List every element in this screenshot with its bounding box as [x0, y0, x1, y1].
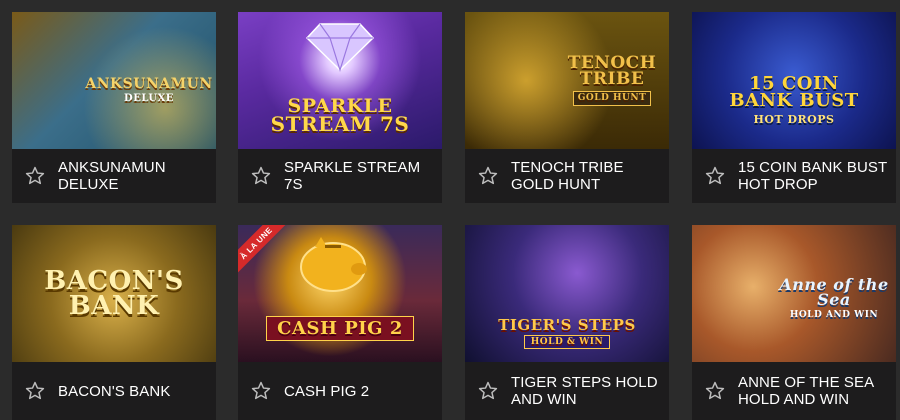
- game-logo: TENOCH TRIBE GOLD HUNT: [555, 55, 669, 106]
- game-card-cash-pig-2[interactable]: À LA UNE CASH PIG 2 CASH PIG 2: [238, 225, 442, 420]
- game-card-anksunamun-deluxe[interactable]: ANKSUNAMUN DELUXE ANKSUNAMUN DELUXE: [12, 12, 216, 203]
- game-card-sparkle-stream-7s[interactable]: SPARKLE STREAM 7s SPARKLE STREAM 7S: [238, 12, 442, 203]
- game-artwork: ANKSUNAMUN DELUXE: [12, 12, 216, 149]
- game-title[interactable]: ANNE OF THE SEA HOLD AND WIN: [738, 374, 888, 408]
- logo-subtext: STREAM 7s: [270, 112, 410, 137]
- logo-text: 15 COIN BANK BUST: [729, 73, 859, 112]
- game-thumbnail[interactable]: TIGER'S STEPS HOLD & WIN: [465, 225, 669, 362]
- logo-text: BACON'S BANK: [44, 265, 184, 321]
- star-outline-icon[interactable]: [704, 380, 726, 402]
- logo-text: Anne of the Sea: [779, 275, 889, 310]
- star-outline-icon[interactable]: [24, 165, 46, 187]
- diamond-icon: [305, 23, 375, 72]
- game-title[interactable]: TENOCH TRIBE GOLD HUNT: [511, 159, 661, 193]
- game-info-bar: ANKSUNAMUN DELUXE: [12, 149, 216, 203]
- game-info-bar: TENOCH TRIBE GOLD HUNT: [465, 149, 669, 203]
- game-artwork: TIGER'S STEPS HOLD & WIN: [465, 225, 669, 362]
- game-thumbnail[interactable]: TENOCH TRIBE GOLD HUNT: [465, 12, 669, 149]
- logo-text: TIGER'S STEPS: [498, 315, 636, 334]
- game-artwork: 15 COIN BANK BUST HOT DROPS: [692, 12, 896, 149]
- game-thumbnail[interactable]: SPARKLE STREAM 7s: [238, 12, 442, 149]
- logo-subtext: GOLD HUNT: [572, 91, 652, 106]
- logo-subtext: HOT DROPS: [753, 113, 835, 127]
- game-info-bar: 15 COIN BANK BUST HOT DROP: [692, 149, 896, 203]
- logo-text: ANKSUNAMUN: [85, 75, 213, 92]
- game-logo: CASH PIG 2: [266, 315, 414, 342]
- logo-subtext: HOLD & WIN: [523, 334, 611, 350]
- game-info-bar: CASH PIG 2: [238, 362, 442, 420]
- star-outline-icon[interactable]: [250, 380, 272, 402]
- game-title[interactable]: ANKSUNAMUN DELUXE: [58, 159, 208, 193]
- game-thumbnail[interactable]: ANKSUNAMUN DELUXE: [12, 12, 216, 149]
- game-title[interactable]: 15 COIN BANK BUST HOT DROP: [738, 159, 888, 193]
- game-info-bar: BACON'S BANK: [12, 362, 216, 420]
- game-artwork: TENOCH TRIBE GOLD HUNT: [465, 12, 669, 149]
- game-logo: TIGER'S STEPS HOLD & WIN: [498, 315, 636, 350]
- game-title[interactable]: BACON'S BANK: [58, 383, 170, 400]
- game-artwork: SPARKLE STREAM 7s: [238, 12, 442, 149]
- game-card-15-coin-bank-bust[interactable]: 15 COIN BANK BUST HOT DROPS 15 COIN BANK…: [692, 12, 896, 203]
- game-logo: SPARKLE STREAM 7s: [270, 96, 410, 137]
- game-info-bar: ANNE OF THE SEA HOLD AND WIN: [692, 362, 896, 420]
- game-artwork: CASH PIG 2: [238, 225, 442, 362]
- game-grid: ANKSUNAMUN DELUXE ANKSUNAMUN DELUXE SPAR…: [0, 0, 900, 420]
- star-outline-icon[interactable]: [24, 380, 46, 402]
- game-artwork: BACON'S BANK: [12, 225, 216, 362]
- piggy-bank-icon: [300, 237, 367, 292]
- game-card-anne-of-the-sea[interactable]: Anne of the Sea HOLD AND WIN ANNE OF THE…: [692, 225, 896, 420]
- game-artwork: Anne of the Sea HOLD AND WIN: [692, 225, 896, 362]
- logo-subtext: DELUXE: [124, 92, 174, 104]
- game-info-bar: SPARKLE STREAM 7S: [238, 149, 442, 203]
- star-outline-icon[interactable]: [477, 380, 499, 402]
- star-outline-icon[interactable]: [477, 165, 499, 187]
- game-logo: BACON'S BANK: [44, 265, 184, 321]
- game-logo: ANKSUNAMUN DELUXE: [85, 75, 213, 104]
- logo-text: CASH PIG 2: [277, 317, 403, 339]
- game-thumbnail[interactable]: 15 COIN BANK BUST HOT DROPS: [692, 12, 896, 149]
- game-logo: Anne of the Sea HOLD AND WIN: [772, 275, 896, 321]
- game-thumbnail[interactable]: Anne of the Sea HOLD AND WIN: [692, 225, 896, 362]
- game-logo: 15 COIN BANK BUST HOT DROPS: [719, 75, 869, 126]
- star-outline-icon[interactable]: [704, 165, 726, 187]
- game-card-bacons-bank[interactable]: BACON'S BANK BACON'S BANK: [12, 225, 216, 420]
- game-title[interactable]: CASH PIG 2: [284, 383, 369, 400]
- game-thumbnail[interactable]: BACON'S BANK: [12, 225, 216, 362]
- game-card-tenoch-tribe-gold-hunt[interactable]: TENOCH TRIBE GOLD HUNT TENOCH TRIBE GOLD…: [465, 12, 669, 203]
- game-thumbnail[interactable]: À LA UNE CASH PIG 2: [238, 225, 442, 362]
- game-info-bar: TIGER STEPS HOLD AND WIN: [465, 362, 669, 420]
- game-card-tiger-steps[interactable]: TIGER'S STEPS HOLD & WIN TIGER STEPS HOL…: [465, 225, 669, 420]
- game-title[interactable]: TIGER STEPS HOLD AND WIN: [511, 374, 661, 408]
- logo-subtext: HOLD AND WIN: [789, 310, 879, 321]
- star-outline-icon[interactable]: [250, 165, 272, 187]
- game-title[interactable]: SPARKLE STREAM 7S: [284, 159, 434, 193]
- logo-text: TENOCH TRIBE: [567, 53, 657, 90]
